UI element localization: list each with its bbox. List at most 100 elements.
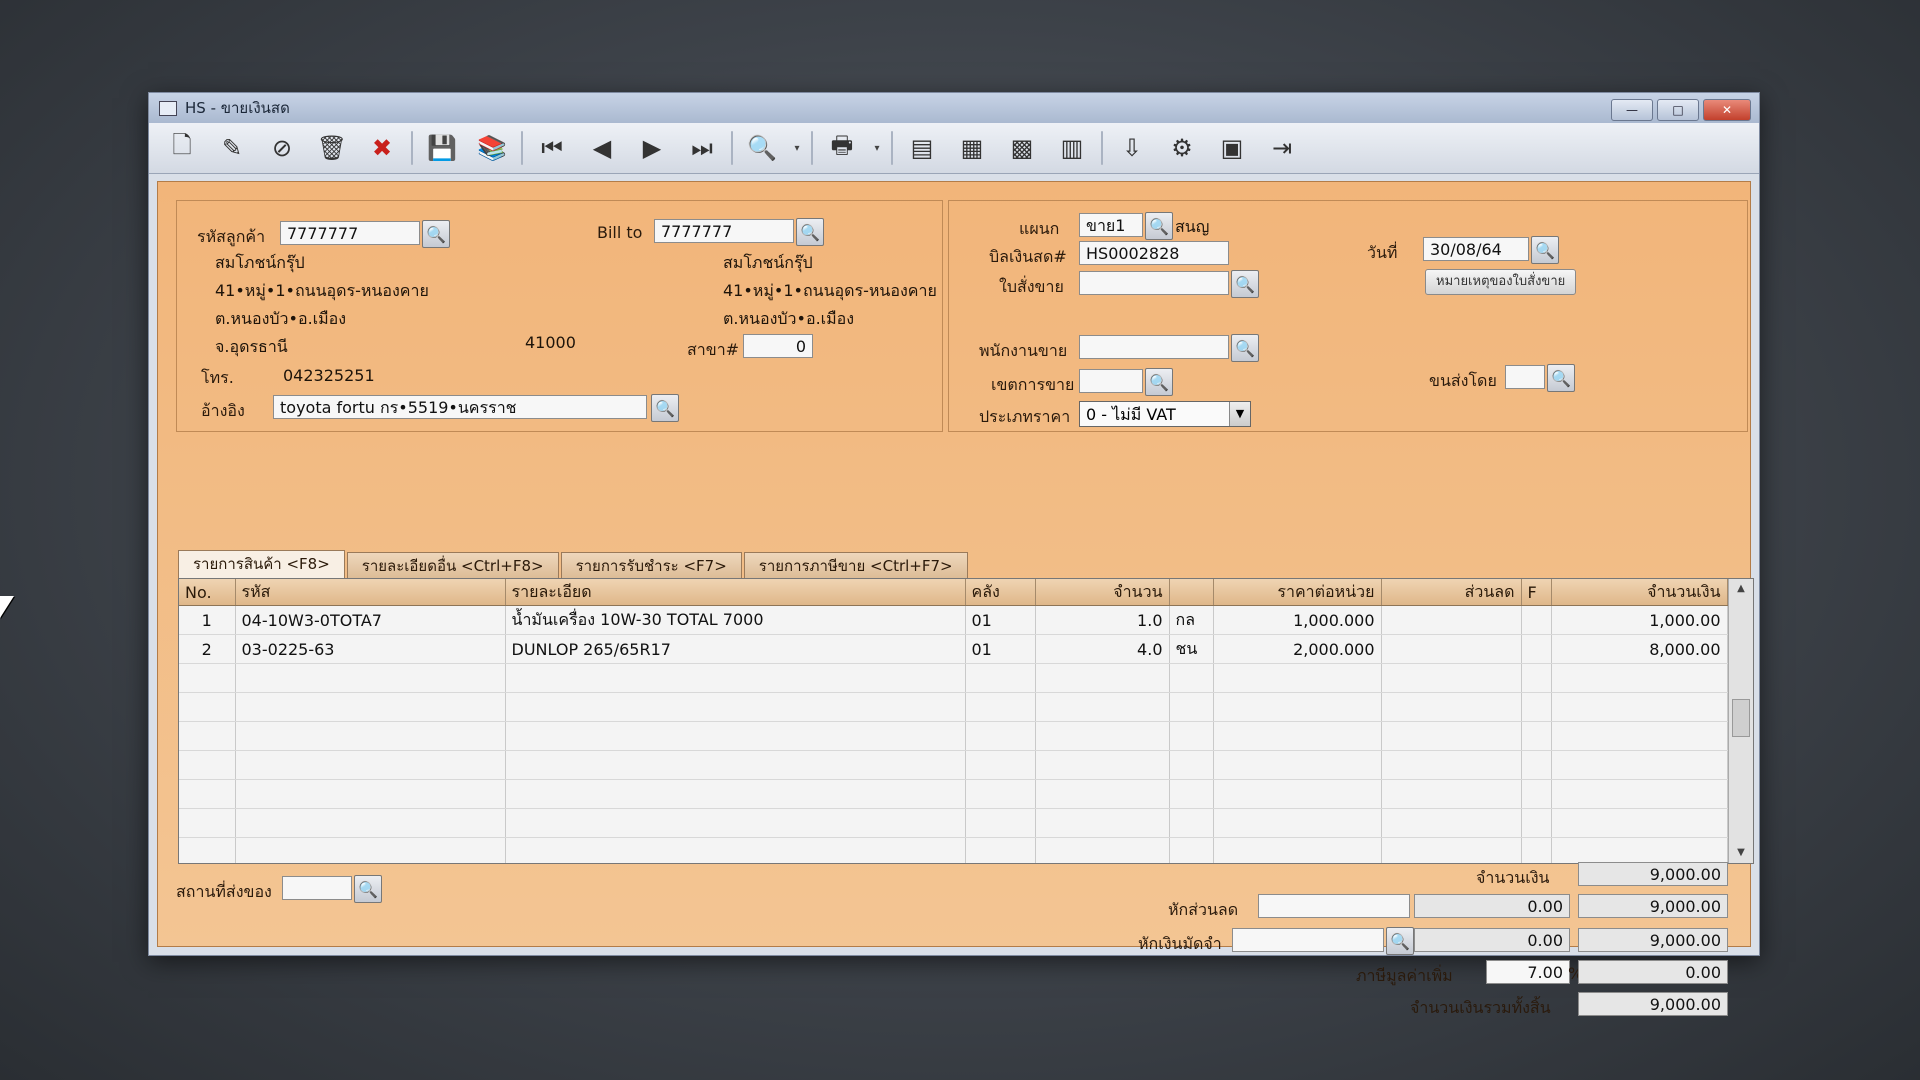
col-description-header[interactable]: รายละเอียด [505,579,966,606]
col-warehouse-cell[interactable] [965,779,1036,809]
col-amount-cell[interactable] [1551,837,1728,863]
deposit-search-icon[interactable]: 🔍 [1386,927,1414,955]
department-search-icon[interactable]: 🔍 [1145,212,1173,240]
col-discount-cell[interactable] [1381,692,1522,722]
col-description-cell[interactable] [505,808,966,838]
col-quantity-cell[interactable] [1035,837,1170,863]
col-discount-cell[interactable] [1381,721,1522,751]
col-amount-header[interactable]: จำนวนเงิน [1551,579,1728,606]
col-unit-cell[interactable] [1169,692,1214,722]
col-amount-cell[interactable] [1551,779,1728,809]
col-amount-cell[interactable]: 8,000.00 [1551,634,1728,664]
col-unit-cell[interactable] [1169,721,1214,751]
scroll-up-icon[interactable]: ▲ [1729,579,1753,599]
col-flag-cell[interactable] [1521,808,1552,838]
ship-by-search-icon[interactable]: 🔍 [1547,364,1575,392]
col-no-cell[interactable]: 1 [179,605,236,635]
table-row[interactable]: 2 03-0225-63 DUNLOP 265/65R17 01 4.0 ชน 2,000.… [179,634,1728,664]
bill-to-input[interactable]: 7777777 [654,219,794,243]
col-description-cell[interactable] [505,837,966,863]
col-no-cell[interactable] [179,750,236,780]
col-quantity-cell[interactable]: 1.0 [1035,605,1170,635]
col-quantity-cell[interactable] [1035,750,1170,780]
col-code-cell[interactable] [235,663,506,693]
department-input[interactable]: ขาย1 [1079,213,1143,237]
price-type-select[interactable]: 0 - ไม่มี VAT ▼ [1079,401,1251,427]
cash-bill-number-input[interactable]: HS0002828 [1079,241,1229,265]
col-quantity-cell[interactable] [1035,721,1170,751]
col-unit-price-cell[interactable]: 1,000.000 [1213,605,1382,635]
col-flag-cell[interactable] [1521,750,1552,780]
discount-input[interactable] [1258,894,1410,918]
col-no-cell[interactable] [179,721,236,751]
col-amount-cell[interactable] [1551,663,1728,693]
col-discount-cell[interactable] [1381,808,1522,838]
col-quantity-cell[interactable] [1035,663,1170,693]
col-no-cell[interactable] [179,692,236,722]
scroll-down-icon[interactable]: ▼ [1729,843,1753,863]
col-code-cell[interactable] [235,779,506,809]
delete-icon[interactable]: 🗑 [311,128,353,168]
void-icon[interactable]: ⊘ [261,128,303,168]
col-flag-cell[interactable] [1521,837,1552,863]
print-icon[interactable]: 🖶 [821,128,863,168]
table-row[interactable]: 1 04-10W3-0TOTA7 น้ำมันเครื่อง 10W-30 TOTA… [179,605,1728,635]
scroll-thumb[interactable] [1732,699,1750,737]
col-unit-cell[interactable]: กล [1169,605,1214,635]
col-discount-cell[interactable] [1381,634,1522,664]
branch-input[interactable]: 0 [743,334,813,358]
sales-zone-input[interactable] [1079,369,1143,393]
col-no-cell[interactable] [179,837,236,863]
col-unit-price-cell[interactable] [1213,692,1382,722]
col-description-cell[interactable] [505,750,966,780]
report-icon[interactable]: ▩ [1001,128,1043,168]
ship-place-search-icon[interactable]: 🔍 [354,875,382,903]
date-picker-icon[interactable]: 🔍 [1531,236,1559,264]
col-warehouse-cell[interactable]: 01 [965,605,1036,635]
col-code-cell[interactable] [235,692,506,722]
col-warehouse-cell[interactable] [965,808,1036,838]
col-unit-price-cell[interactable] [1213,750,1382,780]
cancel-icon[interactable]: ✖ [361,128,403,168]
col-flag-cell[interactable] [1521,779,1552,809]
print-dropdown-icon[interactable]: ▾ [871,128,883,168]
bill-to-search-icon[interactable]: 🔍 [796,218,824,246]
col-quantity-header[interactable]: จำนวน [1035,579,1170,606]
col-no-cell[interactable] [179,808,236,838]
col-unit-price-cell[interactable] [1213,837,1382,863]
close-button[interactable]: ✕ [1703,99,1751,121]
col-unit-cell[interactable] [1169,750,1214,780]
col-description-cell[interactable] [505,692,966,722]
col-unit-price-header[interactable]: ราคาต่อหน่วย [1213,579,1382,606]
tab-sales-tax[interactable]: รายการภาษีขาย <Ctrl+F7> [743,552,968,579]
table-row[interactable] [179,721,1728,751]
col-description-cell[interactable]: น้ำมันเครื่อง 10W-30 TOTAL 7000 [505,605,966,635]
col-description-cell[interactable] [505,779,966,809]
chevron-down-icon[interactable]: ▼ [1229,402,1250,426]
col-no-cell[interactable] [179,663,236,693]
col-discount-cell[interactable] [1381,837,1522,863]
col-amount-cell[interactable] [1551,808,1728,838]
sales-order-note-button[interactable]: หมายเหตุของใบสั่งขาย [1425,269,1577,295]
sales-order-search-icon[interactable]: 🔍 [1231,270,1259,298]
search-dropdown-icon[interactable]: ▾ [791,128,803,168]
col-no-cell[interactable] [179,779,236,809]
table-row[interactable] [179,808,1728,838]
col-code-cell[interactable] [235,750,506,780]
col-code-cell[interactable] [235,837,506,863]
sales-order-input[interactable] [1079,271,1229,295]
table-icon[interactable]: ▥ [1051,128,1093,168]
salesman-input[interactable] [1079,335,1229,359]
col-quantity-cell[interactable] [1035,692,1170,722]
ship-by-input[interactable] [1505,365,1545,389]
table-row[interactable] [179,750,1728,780]
col-unit-cell[interactable]: ชน [1169,634,1214,664]
col-unit-header[interactable] [1169,579,1214,606]
col-no-header[interactable]: No. [179,579,236,606]
col-unit-price-cell[interactable]: 2,000.000 [1213,634,1382,664]
col-code-cell[interactable] [235,808,506,838]
col-flag-cell[interactable] [1521,663,1552,693]
col-quantity-cell[interactable]: 4.0 [1035,634,1170,664]
col-unit-cell[interactable] [1169,663,1214,693]
col-flag-cell[interactable] [1521,634,1552,664]
